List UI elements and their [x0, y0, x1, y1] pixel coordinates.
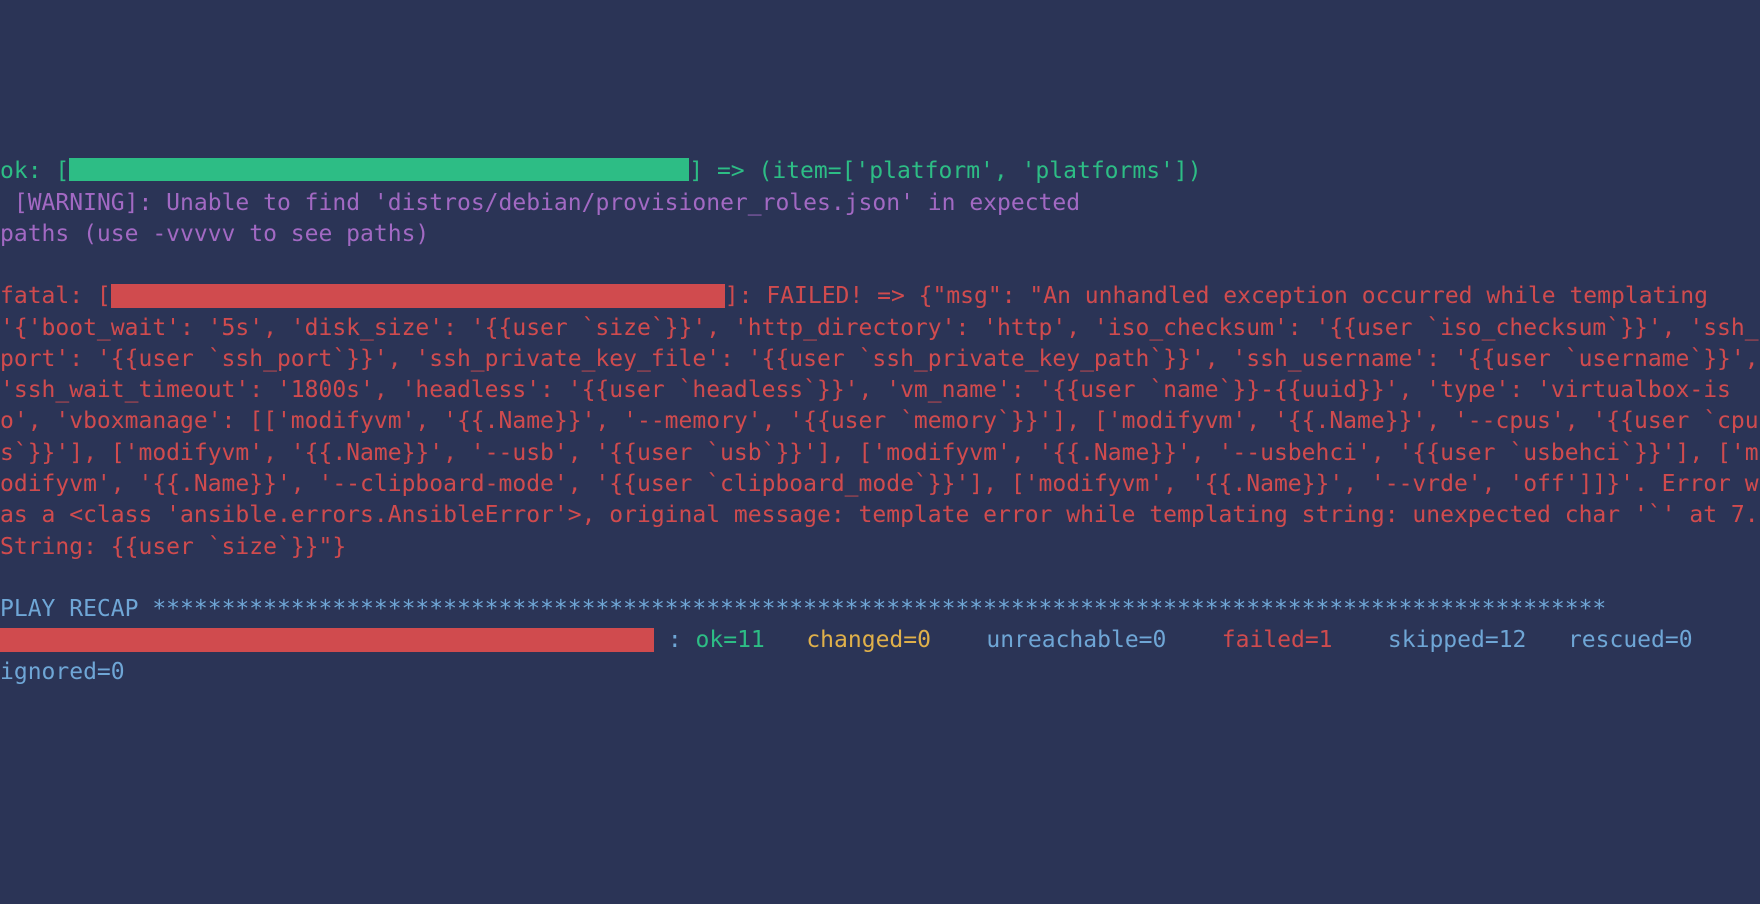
ok-host-redacted [69, 158, 689, 181]
play-recap-stars: ****************************************… [152, 596, 1606, 622]
fatal-host-redacted [111, 284, 725, 308]
recap-host-redacted [0, 628, 654, 652]
recap-ignored: ignored=0 [0, 659, 125, 685]
recap-skipped: skipped=12 [1388, 627, 1568, 653]
recap-failed: failed=1 [1222, 627, 1388, 653]
recap-ok: ok=11 [696, 627, 807, 653]
recap-unreachable: unreachable=0 [986, 627, 1221, 653]
ok-line-suffix: ] => (item=['platform', 'platforms']) [689, 158, 1201, 184]
fatal-message: ]: FAILED! => {"msg": "An unhandled exce… [0, 283, 1760, 559]
ok-line-prefix: ok: [ [0, 158, 69, 184]
recap-colon: : [654, 627, 696, 653]
recap-changed: changed=0 [806, 627, 986, 653]
warning-line: [WARNING]: Unable to find 'distros/debia… [0, 190, 1080, 247]
recap-rescued: rescued=0 [1568, 627, 1748, 653]
fatal-prefix: fatal: [ [0, 283, 111, 309]
play-recap-label: PLAY RECAP [0, 596, 152, 622]
